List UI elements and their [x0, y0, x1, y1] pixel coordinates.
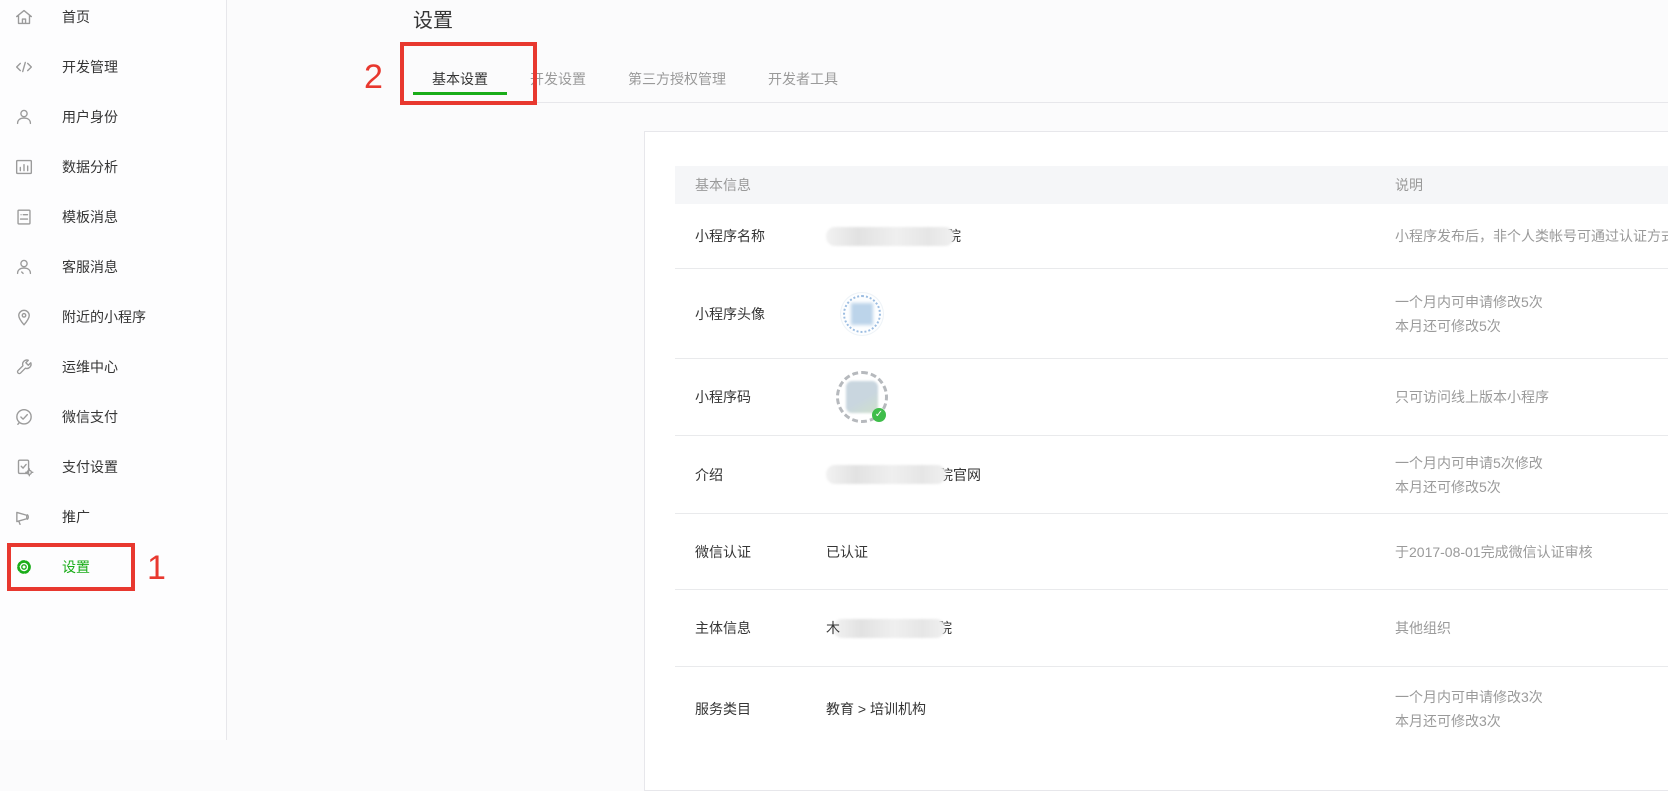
tab-bar: 基本设置开发设置第三方授权管理开发者工具 — [413, 56, 1668, 103]
sidebar-item-开发管理[interactable]: 开发管理 — [0, 42, 226, 92]
row-description: 只可访问线上版本小程序 — [1395, 385, 1668, 409]
description-line: 一个月内可申请修改5次 — [1395, 290, 1668, 314]
sidebar-item-label: 首页 — [62, 7, 90, 27]
row-label: 服务类目 — [675, 699, 826, 719]
row-value: ✓ — [826, 369, 1395, 425]
row-label: 小程序名称 — [675, 226, 826, 246]
annotation-number-1: 1 — [147, 551, 166, 585]
description-line: 本月还可修改5次 — [1395, 475, 1668, 499]
sidebar-item-附近的小程序[interactable]: 附近的小程序 — [0, 292, 226, 342]
description-line: 于2017-08-01完成微信认证审核 — [1395, 540, 1668, 564]
megaphone-icon — [13, 506, 35, 528]
sidebar-item-label: 数据分析 — [62, 157, 118, 177]
tab-基本设置[interactable]: 基本设置 — [413, 56, 507, 102]
wrench-icon — [13, 356, 35, 378]
row-value — [826, 292, 1395, 336]
table-row-介绍: 介绍院官网一个月内可申请5次修改本月还可修改5次修改 — [675, 435, 1668, 513]
qr-blur — [846, 381, 878, 413]
page-title: 设置 — [413, 4, 453, 33]
sidebar-item-模板消息[interactable]: 模板消息 — [0, 192, 226, 242]
wechat-pay-icon — [13, 406, 35, 428]
row-label: 小程序码 — [675, 387, 826, 407]
row-label: 主体信息 — [675, 618, 826, 638]
sidebar-item-label: 支付设置 — [62, 457, 118, 477]
description-line: 小程序发布后，非个人类帐号可通过认证方式改名。 — [1395, 224, 1668, 248]
sidebar-item-运维中心[interactable]: 运维中心 — [0, 342, 226, 392]
masked-value-prefix: 木 — [826, 618, 840, 638]
row-description: 小程序发布后，非个人类帐号可通过认证方式改名。 — [1395, 224, 1668, 248]
sidebar-item-label: 附近的小程序 — [62, 307, 146, 327]
column-header-description: 说明 — [1395, 175, 1668, 195]
sidebar-item-客服消息[interactable]: 客服消息 — [0, 242, 226, 292]
row-value: 院官网 — [826, 465, 1395, 485]
row-value: 院 — [826, 226, 1395, 246]
code-icon — [13, 56, 35, 78]
row-description: 一个月内可申请修改3次本月还可修改3次 — [1395, 685, 1668, 733]
sidebar-item-label: 运维中心 — [62, 357, 118, 377]
sidebar-item-label: 设置 — [62, 557, 90, 577]
masked-value-blur — [833, 619, 945, 638]
annotation-number-2: 2 — [364, 60, 383, 94]
column-header-basic-info: 基本信息 — [675, 175, 826, 195]
table-row-微信认证: 微信认证已认证于2017-08-01完成微信认证审核详情 — [675, 513, 1668, 589]
sidebar-item-label: 开发管理 — [62, 57, 118, 77]
row-value: 已认证 — [826, 542, 1395, 562]
sidebar-item-设置[interactable]: 设置 — [0, 542, 226, 592]
row-value: 教育 > 培训机构 — [826, 699, 1395, 719]
main-content: 设置 基本设置开发设置第三方授权管理开发者工具 基本信息 说明 操作 小程序名称… — [227, 0, 1668, 740]
template-message-icon — [13, 206, 35, 228]
sidebar-nav: 首页开发管理用户身份数据分析模板消息客服消息附近的小程序运维中心微信支付支付设置… — [0, 0, 226, 592]
sidebar-item-首页[interactable]: 首页 — [0, 0, 226, 42]
row-label: 介绍 — [675, 465, 826, 485]
mini-program-avatar-image — [840, 292, 884, 336]
masked-value-blur — [826, 227, 954, 246]
row-label: 微信认证 — [675, 542, 826, 562]
table-row-小程序名称: 小程序名称院小程序发布后，非个人类帐号可通过认证方式改名。去认证改名 — [675, 204, 1668, 268]
table-header-row: 基本信息 说明 操作 — [675, 166, 1668, 204]
description-line: 其他组织 — [1395, 616, 1668, 640]
settings-card: 基本信息 说明 操作 小程序名称院小程序发布后，非个人类帐号可通过认证方式改名。… — [644, 131, 1668, 791]
table-body: 小程序名称院小程序发布后，非个人类帐号可通过认证方式改名。去认证改名小程序头像一… — [675, 204, 1668, 750]
sidebar-item-用户身份[interactable]: 用户身份 — [0, 92, 226, 142]
row-description: 其他组织 — [1395, 616, 1668, 640]
description-line: 一个月内可申请修改3次 — [1395, 685, 1668, 709]
location-pin-icon — [13, 306, 35, 328]
sidebar-item-label: 推广 — [62, 507, 90, 527]
home-icon — [13, 6, 35, 28]
description-line: 本月还可修改5次 — [1395, 314, 1668, 338]
table-row-主体信息: 主体信息木院其他组织详情 — [675, 589, 1668, 666]
description-line: 本月还可修改3次 — [1395, 709, 1668, 733]
tab-开发者工具[interactable]: 开发者工具 — [749, 56, 857, 102]
mini-program-code-image: ✓ — [834, 369, 890, 425]
bar-chart-icon — [13, 156, 35, 178]
table-row-小程序头像: 小程序头像一个月内可申请修改5次本月还可修改5次修改 — [675, 268, 1668, 358]
sidebar-item-label: 模板消息 — [62, 207, 118, 227]
sidebar-item-label: 微信支付 — [62, 407, 118, 427]
row-description: 一个月内可申请5次修改本月还可修改5次 — [1395, 451, 1668, 499]
masked-value-blur — [826, 465, 946, 484]
gear-icon — [13, 556, 35, 578]
row-value: 木院 — [826, 618, 1395, 638]
payment-settings-icon — [13, 456, 35, 478]
row-description: 一个月内可申请修改5次本月还可修改5次 — [1395, 290, 1668, 338]
description-line: 一个月内可申请5次修改 — [1395, 451, 1668, 475]
sidebar: 首页开发管理用户身份数据分析模板消息客服消息附近的小程序运维中心微信支付支付设置… — [0, 0, 227, 740]
table-row-服务类目: 服务类目教育 > 培训机构一个月内可申请修改3次本月还可修改3次详情 — [675, 666, 1668, 750]
table-row-小程序码: 小程序码✓只可访问线上版本小程序下载更多尺寸 — [675, 358, 1668, 435]
verified-check-icon: ✓ — [872, 408, 886, 422]
tab-开发设置[interactable]: 开发设置 — [511, 56, 605, 102]
basic-info-table: 基本信息 说明 操作 小程序名称院小程序发布后，非个人类帐号可通过认证方式改名。… — [675, 166, 1668, 750]
customer-service-icon — [13, 256, 35, 278]
row-label: 小程序头像 — [675, 304, 826, 324]
sidebar-item-支付设置[interactable]: 支付设置 — [0, 442, 226, 492]
sidebar-item-label: 客服消息 — [62, 257, 118, 277]
description-line: 只可访问线上版本小程序 — [1395, 385, 1668, 409]
sidebar-item-微信支付[interactable]: 微信支付 — [0, 392, 226, 442]
tab-第三方授权管理[interactable]: 第三方授权管理 — [609, 56, 745, 102]
row-description: 于2017-08-01完成微信认证审核 — [1395, 540, 1668, 564]
user-icon — [13, 106, 35, 128]
sidebar-item-label: 用户身份 — [62, 107, 118, 127]
sidebar-item-数据分析[interactable]: 数据分析 — [0, 142, 226, 192]
sidebar-item-推广[interactable]: 推广 — [0, 492, 226, 542]
